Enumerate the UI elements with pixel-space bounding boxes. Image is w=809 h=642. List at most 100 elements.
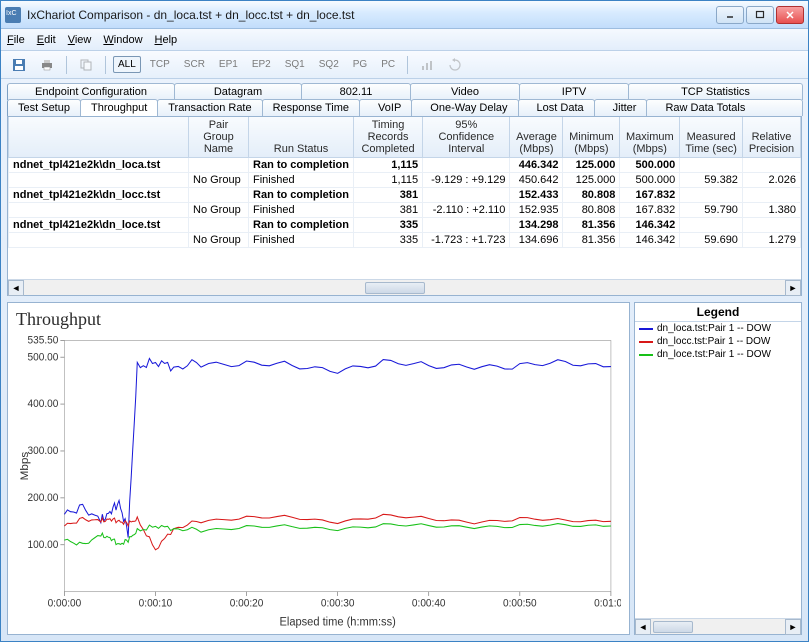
grid-hscrollbar[interactable]: ◄ ►: [8, 279, 801, 295]
col-header[interactable]: Run Status: [249, 117, 354, 158]
tab-throughput[interactable]: Throughput: [80, 99, 158, 116]
svg-text:400.00: 400.00: [28, 399, 59, 410]
filter-tcp[interactable]: TCP: [145, 56, 175, 73]
window-title: IxChariot Comparison - dn_loca.tst + dn_…: [27, 8, 716, 22]
legend-label: dn_locc.tst:Pair 1 -- DOW: [657, 336, 770, 347]
cell: [189, 158, 249, 173]
tab-lost-data[interactable]: Lost Data: [518, 99, 595, 116]
col-header[interactable]: Minimum (Mbps): [563, 117, 620, 158]
filter-pc[interactable]: PC: [376, 56, 400, 73]
scroll-right-icon[interactable]: ►: [785, 280, 801, 296]
filter-scr[interactable]: SCR: [179, 56, 210, 73]
menu-view[interactable]: View: [68, 34, 92, 46]
filter-ep1[interactable]: EP1: [214, 56, 243, 73]
filter-sq2[interactable]: SQ2: [314, 56, 344, 73]
filter-all[interactable]: ALL: [113, 56, 141, 73]
copy-icon[interactable]: [74, 55, 98, 75]
cell: Ran to completion: [249, 218, 354, 233]
scroll-right-icon[interactable]: ►: [785, 619, 801, 635]
legend-swatch: [639, 341, 653, 343]
table-row[interactable]: No GroupFinished1,115-9.129 : +9.129450.…: [9, 173, 801, 188]
maximize-button[interactable]: [746, 6, 774, 24]
table-row[interactable]: ndnet_tpl421e2k\dn_locc.tstRan to comple…: [9, 188, 801, 203]
tab-voip[interactable]: VoIP: [359, 99, 412, 116]
col-header[interactable]: Maximum (Mbps): [620, 117, 680, 158]
legend-panel: Legend dn_loca.tst:Pair 1 -- DOWdn_locc.…: [634, 302, 802, 635]
legend-title: Legend: [635, 303, 801, 322]
tab-transaction-rate[interactable]: Transaction Rate: [157, 99, 262, 116]
filter-sq1[interactable]: SQ1: [280, 56, 310, 73]
cell: -1.723 : +1.723: [423, 233, 510, 248]
table-row[interactable]: ndnet_tpl421e2k\dn_loca.tstRan to comple…: [9, 158, 801, 173]
chart-plot[interactable]: 100.00200.00300.00400.00500.00535.500:00…: [16, 332, 621, 630]
refresh-icon[interactable]: [443, 55, 467, 75]
cell: 2.026: [742, 173, 800, 188]
col-header[interactable]: Average (Mbps): [510, 117, 563, 158]
tab-test-setup[interactable]: Test Setup: [7, 99, 81, 116]
tab-tcp-stats[interactable]: TCP Statistics: [628, 83, 803, 100]
cell: 500.000: [620, 158, 680, 173]
tab-response-time[interactable]: Response Time: [262, 99, 360, 116]
svg-text:0:00:00: 0:00:00: [48, 598, 82, 609]
col-header[interactable]: [9, 117, 189, 158]
tab-80211[interactable]: 802.11: [301, 83, 411, 100]
legend-item[interactable]: dn_loce.tst:Pair 1 -- DOW: [635, 348, 801, 361]
svg-text:0:00:50: 0:00:50: [503, 598, 537, 609]
table-row[interactable]: ndnet_tpl421e2k\dn_loce.tstRan to comple…: [9, 218, 801, 233]
cell: 335: [353, 233, 422, 248]
table-row[interactable]: No GroupFinished335-1.723 : +1.723134.69…: [9, 233, 801, 248]
col-header[interactable]: 95% Confidence Interval: [423, 117, 510, 158]
svg-text:200.00: 200.00: [28, 493, 59, 504]
svg-text:500.00: 500.00: [28, 352, 59, 363]
svg-text:0:00:20: 0:00:20: [230, 598, 264, 609]
separator: [66, 56, 67, 74]
scroll-thumb[interactable]: [365, 282, 425, 294]
legend-swatch: [639, 328, 653, 330]
scroll-thumb[interactable]: [653, 621, 693, 633]
menu-help[interactable]: Help: [155, 34, 178, 46]
cell: 125.000: [563, 173, 620, 188]
tab-iptv[interactable]: IPTV: [519, 83, 629, 100]
tab-one-way-delay[interactable]: One-Way Delay: [411, 99, 518, 116]
cell: Ran to completion: [249, 188, 354, 203]
tab-raw-data-totals[interactable]: Raw Data Totals: [646, 99, 803, 116]
cell: [680, 218, 743, 233]
menu-window[interactable]: Window: [103, 34, 142, 46]
table-row[interactable]: No GroupFinished381-2.110 : +2.110152.93…: [9, 203, 801, 218]
titlebar[interactable]: IxChariot Comparison - dn_loca.tst + dn_…: [1, 1, 808, 29]
tab-video[interactable]: Video: [410, 83, 520, 100]
svg-text:0:00:40: 0:00:40: [412, 598, 446, 609]
cell: 152.935: [510, 203, 563, 218]
menu-file[interactable]: File: [7, 34, 25, 46]
legend-item[interactable]: dn_locc.tst:Pair 1 -- DOW: [635, 335, 801, 348]
cell: [742, 158, 800, 173]
scroll-left-icon[interactable]: ◄: [8, 280, 24, 296]
print-icon[interactable]: [35, 55, 59, 75]
minimize-button[interactable]: [716, 6, 744, 24]
scroll-left-icon[interactable]: ◄: [635, 619, 651, 635]
filter-pg[interactable]: PG: [348, 56, 372, 73]
tabs-row1: Endpoint Configuration Datagram 802.11 V…: [7, 83, 802, 100]
legend-hscrollbar[interactable]: ◄ ►: [635, 618, 801, 634]
tab-datagram[interactable]: Datagram: [174, 83, 302, 100]
tab-jitter[interactable]: Jitter: [594, 99, 648, 116]
menu-edit[interactable]: Edit: [37, 34, 56, 46]
svg-text:0:01:00: 0:01:00: [594, 598, 621, 609]
col-header[interactable]: Measured Time (sec): [680, 117, 743, 158]
chart-icon[interactable]: [415, 55, 439, 75]
cell: [9, 173, 189, 188]
cell: 335: [353, 218, 422, 233]
legend-item[interactable]: dn_loca.tst:Pair 1 -- DOW: [635, 322, 801, 335]
save-icon[interactable]: [7, 55, 31, 75]
tab-endpoint-config[interactable]: Endpoint Configuration: [7, 83, 175, 100]
filter-ep2[interactable]: EP2: [247, 56, 276, 73]
grid-scroll[interactable]: Pair Group NameRun StatusTiming Records …: [8, 117, 801, 279]
cell: 134.696: [510, 233, 563, 248]
cell: 167.832: [620, 203, 680, 218]
cell: -9.129 : +9.129: [423, 173, 510, 188]
cell: 80.808: [563, 203, 620, 218]
col-header[interactable]: Pair Group Name: [189, 117, 249, 158]
col-header[interactable]: Relative Precision: [742, 117, 800, 158]
col-header[interactable]: Timing Records Completed: [353, 117, 422, 158]
close-button[interactable]: [776, 6, 804, 24]
